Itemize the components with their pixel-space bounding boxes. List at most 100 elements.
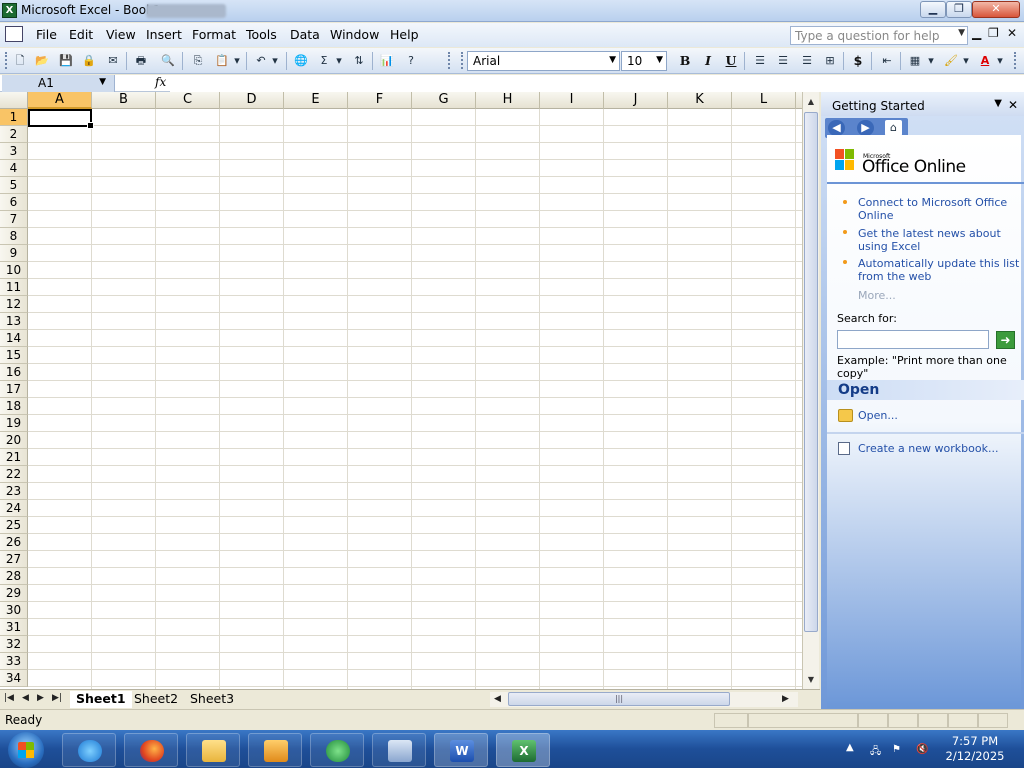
excel-taskbar-icon[interactable]: X bbox=[496, 733, 550, 767]
vertical-scrollbar[interactable]: ▲ ▼ bbox=[802, 92, 819, 689]
file-explorer-icon[interactable] bbox=[186, 733, 240, 767]
row-header[interactable]: 5 bbox=[0, 177, 28, 194]
doc-restore-button[interactable]: ❐ bbox=[988, 26, 999, 40]
borders-icon[interactable]: ▦ bbox=[906, 52, 924, 70]
search-input[interactable] bbox=[837, 330, 989, 349]
bold-button[interactable]: B bbox=[676, 52, 694, 70]
chevron-down-icon[interactable]: ▼ bbox=[994, 98, 1002, 109]
chevron-down-icon[interactable]: ▾ bbox=[926, 52, 936, 70]
sheet-tab-3[interactable]: Sheet3 bbox=[184, 691, 240, 708]
menu-data[interactable]: Data bbox=[290, 27, 320, 42]
open-link[interactable]: Open... bbox=[858, 409, 898, 422]
column-header[interactable]: H bbox=[476, 92, 540, 109]
menu-format[interactable]: Format bbox=[192, 27, 236, 42]
firefox-icon[interactable] bbox=[124, 733, 178, 767]
menu-tools[interactable]: Tools bbox=[246, 27, 277, 42]
undo-icon[interactable]: ↶ bbox=[252, 52, 270, 70]
formula-input[interactable] bbox=[170, 75, 1024, 92]
row-header[interactable]: 3 bbox=[0, 143, 28, 160]
decrease-indent-icon[interactable]: ⇤ bbox=[878, 52, 896, 70]
save-icon[interactable]: 💾 bbox=[57, 52, 75, 70]
row-header[interactable]: 34 bbox=[0, 670, 28, 687]
font-select[interactable]: Arial ▼ bbox=[467, 51, 620, 71]
help-search-input[interactable]: Type a question for help ▼ bbox=[790, 26, 968, 45]
worksheet-grid[interactable]: ABCDEFGHIJKL 1 2 3 4 5 6 7 8 9 10 11 12 13 14 15 16 17 18… bbox=[0, 92, 802, 689]
chevron-down-icon[interactable]: ▾ bbox=[334, 52, 344, 70]
excel-icon[interactable]: X bbox=[2, 3, 17, 18]
restore-button[interactable]: ❐ bbox=[946, 1, 972, 18]
column-header[interactable]: A bbox=[28, 92, 92, 109]
messenger-icon[interactable] bbox=[310, 733, 364, 767]
forward-icon[interactable]: ▶ bbox=[857, 120, 874, 136]
back-icon[interactable]: ◀ bbox=[828, 120, 845, 136]
column-header[interactable]: D bbox=[220, 92, 284, 109]
row-header[interactable]: 25 bbox=[0, 517, 28, 534]
row-header[interactable]: 30 bbox=[0, 602, 28, 619]
menu-view[interactable]: View bbox=[106, 27, 136, 42]
permission-icon[interactable]: 🔒 bbox=[80, 52, 98, 70]
select-all-corner[interactable] bbox=[0, 92, 28, 109]
link-auto-update[interactable]: Automatically update this list from the … bbox=[858, 257, 1020, 283]
next-sheet-icon[interactable]: ▶ bbox=[37, 693, 44, 703]
row-header[interactable]: 7 bbox=[0, 211, 28, 228]
scroll-left-icon[interactable]: ◀ bbox=[494, 694, 501, 704]
email-icon[interactable]: ✉ bbox=[104, 52, 122, 70]
row-header[interactable]: 16 bbox=[0, 364, 28, 381]
help-icon[interactable]: ? bbox=[402, 52, 420, 70]
underline-button[interactable]: U bbox=[722, 52, 740, 70]
row-header[interactable]: 11 bbox=[0, 279, 28, 296]
row-header[interactable]: 17 bbox=[0, 381, 28, 398]
print-icon[interactable]: 🖶 bbox=[132, 52, 150, 70]
scroll-up-icon[interactable]: ▲ bbox=[803, 94, 819, 110]
chart-wizard-icon[interactable]: 📊 bbox=[378, 52, 396, 70]
prev-sheet-icon[interactable]: ◀ bbox=[22, 693, 29, 703]
align-center-icon[interactable]: ☰ bbox=[774, 52, 792, 70]
row-header[interactable]: 20 bbox=[0, 432, 28, 449]
internet-explorer-icon[interactable] bbox=[62, 733, 116, 767]
link-latest-news[interactable]: Get the latest news about using Excel bbox=[858, 227, 1020, 253]
word-icon[interactable]: W bbox=[434, 733, 488, 767]
network-icon[interactable]: 🖧 bbox=[870, 744, 882, 757]
menu-window[interactable]: Window bbox=[330, 27, 379, 42]
toolbar-grip[interactable] bbox=[461, 52, 464, 69]
menu-help[interactable]: Help bbox=[390, 27, 419, 42]
new-icon[interactable]: 🗋 bbox=[11, 52, 29, 70]
control-panel-icon[interactable] bbox=[372, 733, 426, 767]
row-header[interactable]: 24 bbox=[0, 500, 28, 517]
scroll-down-icon[interactable]: ▼ bbox=[803, 672, 819, 688]
row-header[interactable]: 22 bbox=[0, 466, 28, 483]
more-link[interactable]: More... bbox=[858, 289, 896, 302]
home-icon[interactable]: ⌂ bbox=[885, 120, 902, 136]
doc-close-button[interactable]: ✕ bbox=[1007, 26, 1017, 40]
font-color-icon[interactable]: A bbox=[976, 52, 994, 70]
menu-insert[interactable]: Insert bbox=[146, 27, 182, 42]
row-header[interactable]: 9 bbox=[0, 245, 28, 262]
row-header[interactable]: 6 bbox=[0, 194, 28, 211]
row-header[interactable]: 29 bbox=[0, 585, 28, 602]
open-icon[interactable]: 📂 bbox=[33, 52, 51, 70]
chevron-down-icon[interactable]: ▾ bbox=[961, 52, 971, 70]
row-header[interactable]: 32 bbox=[0, 636, 28, 653]
column-header[interactable]: B bbox=[92, 92, 156, 109]
row-header[interactable]: 33 bbox=[0, 653, 28, 670]
row-header[interactable]: 8 bbox=[0, 228, 28, 245]
row-header[interactable]: 13 bbox=[0, 313, 28, 330]
show-hidden-icons-icon[interactable]: ▲ bbox=[846, 742, 858, 754]
close-icon[interactable]: ✕ bbox=[1008, 98, 1018, 112]
row-header[interactable]: 23 bbox=[0, 483, 28, 500]
media-player-icon[interactable] bbox=[248, 733, 302, 767]
row-header[interactable]: 15 bbox=[0, 347, 28, 364]
chevron-down-icon[interactable]: ▼ bbox=[656, 55, 663, 65]
column-header[interactable]: K bbox=[668, 92, 732, 109]
row-header[interactable]: 19 bbox=[0, 415, 28, 432]
insert-function-icon[interactable]: fx bbox=[155, 75, 170, 92]
sort-ascending-icon[interactable]: ⇅ bbox=[350, 52, 368, 70]
search-go-icon[interactable]: ➜ bbox=[996, 331, 1015, 349]
chevron-down-icon[interactable]: ▾ bbox=[270, 52, 280, 70]
column-header[interactable]: J bbox=[604, 92, 668, 109]
paste-icon[interactable]: 📋 bbox=[213, 52, 231, 70]
close-button[interactable]: ✕ bbox=[972, 1, 1020, 18]
minimize-button[interactable]: ▁ bbox=[920, 1, 946, 18]
name-box[interactable]: A1 ▼ bbox=[2, 75, 115, 92]
doc-minimize-button[interactable]: ▁ bbox=[972, 26, 981, 40]
